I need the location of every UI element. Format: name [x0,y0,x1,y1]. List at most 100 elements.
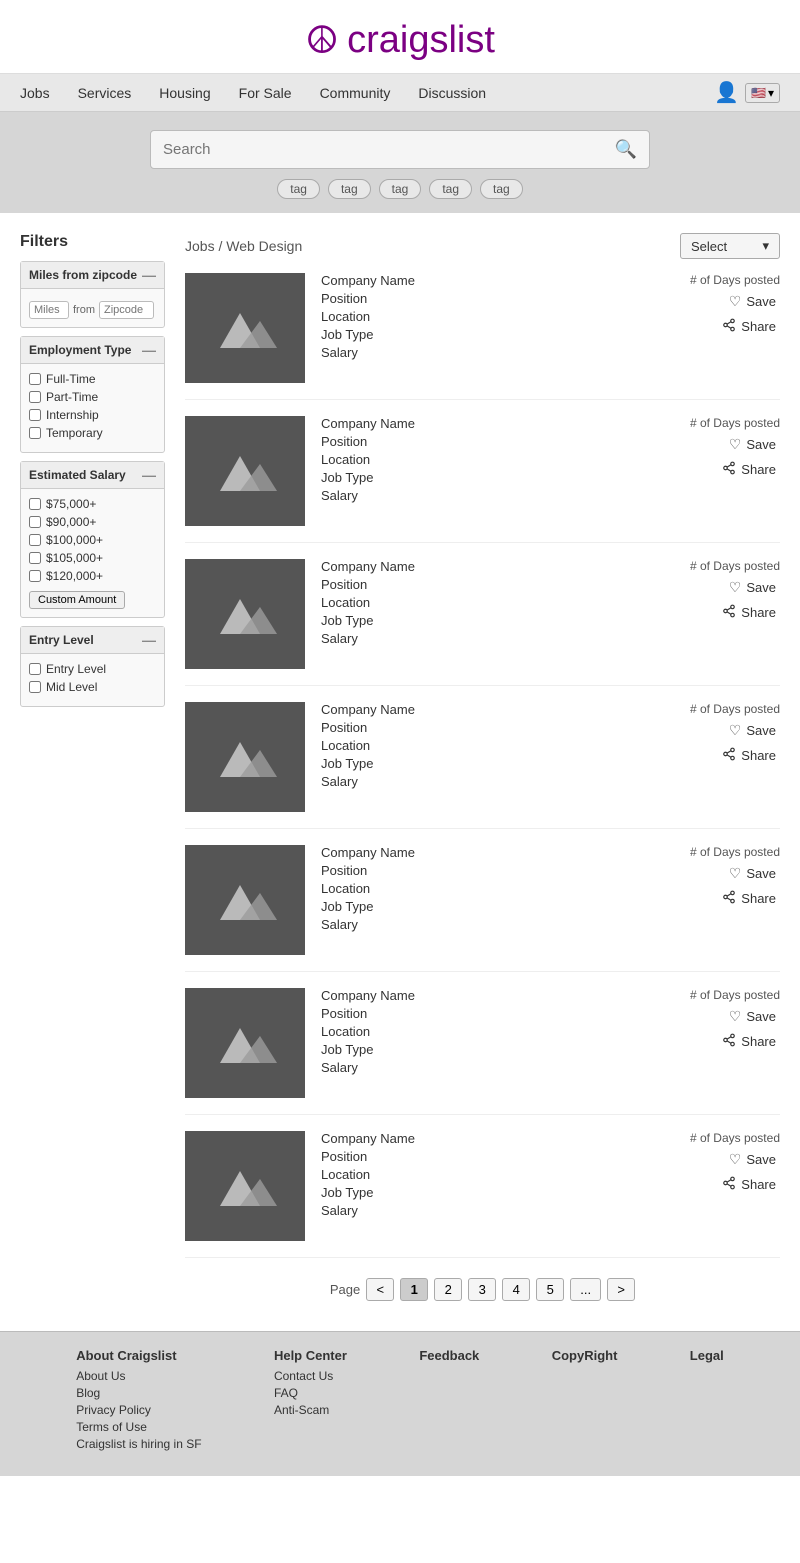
position-7: Position [321,1149,654,1164]
position-2: Position [321,434,654,449]
location-5: Location [321,881,654,896]
logo[interactable]: ☮ craigslist [0,18,800,63]
save-button-7[interactable]: ♡ Save [725,1149,780,1170]
job-thumbnail-4[interactable] [185,702,305,812]
save-label-6: Save [746,1009,776,1024]
save-button-5[interactable]: ♡ Save [725,863,780,884]
sort-select[interactable]: Select ▾ [680,233,780,259]
user-icon[interactable]: 👤 [714,80,739,105]
days-posted-1: # of Days posted [690,273,780,287]
search-icon[interactable]: 🔍 [615,139,637,160]
footer-about-title: About Craigslist [76,1348,201,1363]
custom-amount-button[interactable]: Custom Amount [29,591,125,609]
share-button-2[interactable]: Share [718,459,780,480]
job-thumbnail-3[interactable] [185,559,305,669]
save-button-1[interactable]: ♡ Save [725,291,780,312]
checkbox-entry-level[interactable]: Entry Level [29,662,156,676]
filter-zipcode-toggle[interactable]: — [142,267,156,283]
filter-entry-toggle[interactable]: — [142,632,156,648]
share-button-5[interactable]: Share [718,888,780,909]
footer-about-us[interactable]: About Us [76,1369,201,1383]
save-button-3[interactable]: ♡ Save [725,577,780,598]
job-thumbnail-7[interactable] [185,1131,305,1241]
job-thumbnail-2[interactable] [185,416,305,526]
from-label: from [73,304,95,316]
language-button[interactable]: 🇺🇸 ▾ [745,83,780,103]
footer-contact[interactable]: Contact Us [274,1369,347,1383]
tag-3[interactable]: tag [379,179,422,199]
page-next-button[interactable]: > [607,1278,635,1301]
page-3-button[interactable]: 3 [468,1278,496,1301]
footer-blog[interactable]: Blog [76,1386,201,1400]
company-name-7: Company Name [321,1131,654,1146]
footer-privacy[interactable]: Privacy Policy [76,1403,201,1417]
checkbox-105k[interactable]: $105,000+ [29,551,156,565]
filter-salary: Estimated Salary — $75,000+ $90,000+ $10… [20,461,165,618]
checkbox-75k[interactable]: $75,000+ [29,497,156,511]
share-button-1[interactable]: Share [718,316,780,337]
search-input[interactable] [163,141,615,158]
breadcrumb-jobs[interactable]: Jobs [185,238,215,254]
share-label-6: Share [741,1034,776,1049]
nav-housing[interactable]: Housing [159,85,210,101]
miles-input[interactable] [29,301,69,319]
checkbox-internship[interactable]: Internship [29,408,156,422]
header: ☮ craigslist [0,0,800,74]
save-button-2[interactable]: ♡ Save [725,434,780,455]
footer-feedback-title: Feedback [419,1348,479,1363]
heart-icon-5: ♡ [729,865,742,882]
footer-antiscam[interactable]: Anti-Scam [274,1403,347,1417]
footer-hiring[interactable]: Craigslist is hiring in SF [76,1437,201,1451]
checkbox-100k[interactable]: $100,000+ [29,533,156,547]
page-prev-button[interactable]: < [366,1278,394,1301]
page-2-button[interactable]: 2 [434,1278,462,1301]
tag-5[interactable]: tag [480,179,523,199]
footer-copyright-title: CopyRight [552,1348,618,1363]
days-posted-7: # of Days posted [690,1131,780,1145]
share-button-4[interactable]: Share [718,745,780,766]
filter-employment-toggle[interactable]: — [142,342,156,358]
save-button-6[interactable]: ♡ Save [725,1006,780,1027]
share-button-3[interactable]: Share [718,602,780,623]
page-1-button[interactable]: 1 [400,1278,428,1301]
listings-header: Jobs / Web Design Select ▾ [185,233,780,259]
job-card-2: Company Name Position Location Job Type … [185,416,780,543]
page-5-button[interactable]: 5 [536,1278,564,1301]
nav-jobs[interactable]: Jobs [20,85,50,101]
job-thumbnail-6[interactable] [185,988,305,1098]
checkbox-temporary[interactable]: Temporary [29,426,156,440]
checkbox-mid-level[interactable]: Mid Level [29,680,156,694]
save-button-4[interactable]: ♡ Save [725,720,780,741]
filter-salary-toggle[interactable]: — [142,467,156,483]
checkbox-parttime[interactable]: Part-Time [29,390,156,404]
job-type-4: Job Type [321,756,654,771]
share-label-5: Share [741,891,776,906]
checkbox-90k[interactable]: $90,000+ [29,515,156,529]
footer-faq[interactable]: FAQ [274,1386,347,1400]
page-ellipsis[interactable]: ... [570,1278,601,1301]
footer-terms[interactable]: Terms of Use [76,1420,201,1434]
save-label-3: Save [746,580,776,595]
tag-2[interactable]: tag [328,179,371,199]
share-icon-1 [722,318,736,335]
position-5: Position [321,863,654,878]
tag-4[interactable]: tag [429,179,472,199]
share-button-6[interactable]: Share [718,1031,780,1052]
job-actions-2: # of Days posted ♡ Save Share [670,416,780,480]
nav-services[interactable]: Services [78,85,132,101]
nav-community[interactable]: Community [320,85,391,101]
checkbox-120k[interactable]: $120,000+ [29,569,156,583]
job-thumbnail-5[interactable] [185,845,305,955]
nav-for-sale[interactable]: For Sale [239,85,292,101]
days-posted-4: # of Days posted [690,702,780,716]
tag-1[interactable]: tag [277,179,320,199]
job-thumbnail-1[interactable] [185,273,305,383]
share-button-7[interactable]: Share [718,1174,780,1195]
checkbox-fulltime[interactable]: Full-Time [29,372,156,386]
zipcode-input[interactable] [99,301,154,319]
share-icon-7 [722,1176,736,1193]
company-name-6: Company Name [321,988,654,1003]
nav-discussion[interactable]: Discussion [418,85,486,101]
page-4-button[interactable]: 4 [502,1278,530,1301]
filter-entry-body: Entry Level Mid Level [21,654,164,706]
